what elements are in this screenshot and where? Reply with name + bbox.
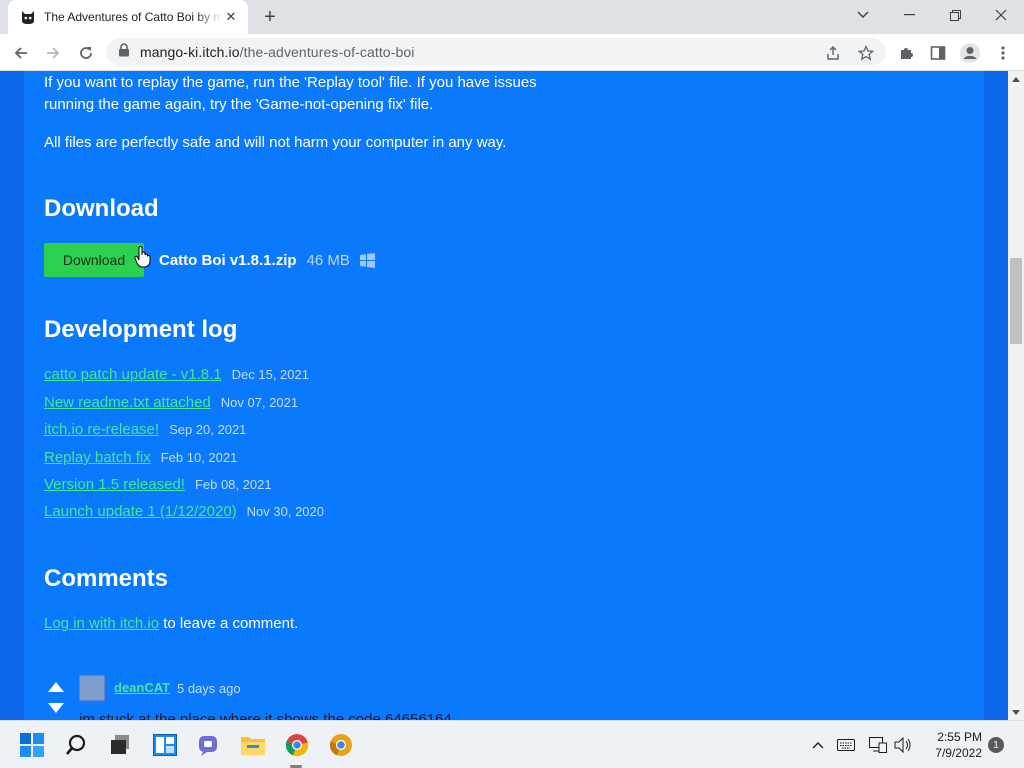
tab-search-icon[interactable] bbox=[840, 0, 886, 30]
login-suffix: to leave a comment. bbox=[159, 615, 299, 632]
taskbar-clock[interactable]: 2:55 PM 7/9/2022 bbox=[922, 729, 982, 761]
chrome-canary-icon[interactable] bbox=[327, 731, 355, 759]
volume-icon[interactable] bbox=[893, 735, 913, 755]
devlog-link[interactable]: New readme.txt attached bbox=[44, 394, 211, 411]
tab-close-button[interactable]: ✕ bbox=[222, 8, 240, 26]
devlog-link[interactable]: itch.io re-release! bbox=[44, 421, 159, 438]
scroll-down-icon[interactable] bbox=[1008, 704, 1024, 720]
restore-button[interactable] bbox=[932, 0, 978, 30]
comment-author[interactable]: deanCAT bbox=[114, 680, 170, 695]
widgets-icon[interactable] bbox=[151, 731, 179, 759]
minimize-button[interactable] bbox=[886, 0, 932, 30]
browser-toolbar: mango-ki.itch.io/the-adventures-of-catto… bbox=[0, 34, 1024, 71]
downvote-icon[interactable] bbox=[44, 698, 68, 718]
clock-date: 7/9/2022 bbox=[935, 746, 982, 760]
comment-body: im stuck at the place where it shows the… bbox=[79, 711, 452, 720]
url-host: mango-ki.itch.io bbox=[140, 44, 240, 60]
chevron-up-icon[interactable] bbox=[808, 735, 828, 755]
side-panel-icon[interactable] bbox=[925, 40, 951, 66]
devlog-heading: Development log bbox=[44, 316, 238, 343]
share-icon[interactable] bbox=[820, 40, 846, 66]
windows-taskbar: 2:55 PM 7/9/2022 1 bbox=[0, 720, 1024, 768]
teams-chat-icon[interactable] bbox=[195, 731, 223, 759]
devlog-date: Dec 15, 2021 bbox=[231, 367, 309, 382]
extensions-puzzle-icon[interactable] bbox=[893, 40, 919, 66]
tab-title: The Adventures of Catto Boi by mango-ki bbox=[44, 10, 222, 24]
scroll-up-icon[interactable] bbox=[1008, 71, 1024, 87]
browser-tab[interactable]: The Adventures of Catto Boi by mango-ki … bbox=[8, 0, 248, 34]
start-windows-icon[interactable] bbox=[18, 731, 46, 759]
file-explorer-icon[interactable] bbox=[239, 731, 267, 759]
login-prompt: Log in with itch.io to leave a comment. bbox=[44, 615, 298, 632]
bookmark-star-icon[interactable] bbox=[853, 40, 879, 66]
download-row: Download Catto Boi v1.8.1.zip 46 MB bbox=[44, 242, 375, 278]
upvote-icon[interactable] bbox=[44, 677, 68, 697]
network-icon[interactable] bbox=[868, 735, 888, 755]
keyboard-icon[interactable] bbox=[836, 735, 856, 755]
devlog-item: Version 1.5 released! Feb 08, 2021 bbox=[44, 476, 272, 493]
devlog-date: Nov 30, 2020 bbox=[246, 504, 324, 519]
safety-note: All files are perfectly safe and will no… bbox=[44, 134, 507, 151]
task-view-icon[interactable] bbox=[106, 731, 134, 759]
chrome-icon[interactable] bbox=[283, 731, 311, 759]
devlog-item: itch.io re-release! Sep 20, 2021 bbox=[44, 421, 246, 438]
devlog-item: Replay batch fix Feb 10, 2021 bbox=[44, 449, 237, 466]
url-path: /the-adventures-of-catto-boi bbox=[239, 44, 415, 60]
page-viewport: If you want to replay the game, run the … bbox=[0, 71, 1008, 720]
game-page-column: If you want to replay the game, run the … bbox=[24, 71, 984, 720]
devlog-link[interactable]: catto patch update - v1.8.1 bbox=[44, 366, 222, 383]
devlog-item: Launch update 1 (1/12/2020) Nov 30, 2020 bbox=[44, 503, 324, 520]
devlog-link[interactable]: Replay batch fix bbox=[44, 449, 151, 466]
replay-instructions: If you want to replay the game, run the … bbox=[44, 74, 537, 113]
devlog-date: Nov 07, 2021 bbox=[220, 395, 299, 410]
close-window-button[interactable] bbox=[978, 0, 1024, 30]
devlog-date: Feb 08, 2021 bbox=[194, 477, 272, 492]
avatar[interactable] bbox=[79, 675, 105, 701]
lock-icon[interactable] bbox=[118, 42, 130, 62]
file-size: 46 MB bbox=[306, 251, 350, 269]
scrollbar-thumb[interactable] bbox=[1010, 258, 1022, 344]
download-heading: Download bbox=[44, 195, 159, 222]
login-link[interactable]: Log in with itch.io bbox=[44, 615, 159, 632]
search-icon[interactable] bbox=[62, 731, 90, 759]
devlog-date: Sep 20, 2021 bbox=[169, 422, 247, 437]
devlog-item: New readme.txt attached Nov 07, 2021 bbox=[44, 394, 298, 411]
browser-tab-bar: The Adventures of Catto Boi by mango-ki … bbox=[0, 0, 1024, 34]
notification-badge[interactable]: 1 bbox=[988, 737, 1004, 753]
browser-menu-icon[interactable] bbox=[990, 40, 1016, 66]
new-tab-button[interactable]: + bbox=[258, 6, 282, 28]
windows-icon bbox=[359, 252, 375, 268]
profile-avatar-icon[interactable] bbox=[957, 40, 983, 66]
comment-time: 5 days ago bbox=[177, 681, 241, 696]
back-arrow-icon[interactable] bbox=[8, 40, 34, 66]
comments-heading: Comments bbox=[44, 565, 169, 592]
file-name: Catto Boi v1.8.1.zip bbox=[159, 251, 297, 269]
reload-icon[interactable] bbox=[73, 40, 99, 66]
devlog-link[interactable]: Version 1.5 released! bbox=[44, 476, 185, 493]
cat-favicon-icon bbox=[20, 9, 36, 25]
devlog-link[interactable]: Launch update 1 (1/12/2020) bbox=[44, 503, 237, 520]
hand-cursor-icon bbox=[134, 245, 152, 273]
devlog-item: catto patch update - v1.8.1 Dec 15, 2021 bbox=[44, 366, 309, 383]
devlog-date: Feb 10, 2021 bbox=[160, 450, 238, 465]
address-bar[interactable]: mango-ki.itch.io/the-adventures-of-catto… bbox=[106, 38, 886, 66]
clock-time: 2:55 PM bbox=[937, 730, 982, 744]
page-scrollbar[interactable] bbox=[1008, 71, 1024, 720]
url-text: mango-ki.itch.io/the-adventures-of-catto… bbox=[140, 44, 414, 60]
forward-arrow-icon[interactable] bbox=[40, 40, 66, 66]
download-button[interactable]: Download bbox=[44, 243, 144, 277]
